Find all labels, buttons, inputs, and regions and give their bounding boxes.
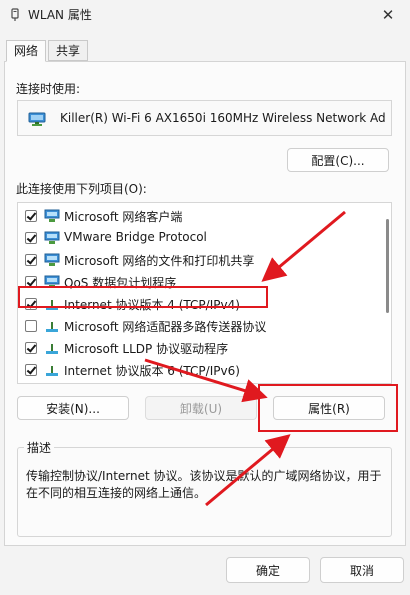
adapter-display: Killer(R) Wi-Fi 6 AX1650i 160MHz Wireles… (17, 100, 392, 136)
install-button[interactable]: 安装(N)... (17, 396, 129, 420)
checkbox[interactable] (25, 232, 37, 244)
list-item[interactable]: Microsoft 网络的文件和打印机共享 (18, 249, 368, 271)
title-bar: WLAN 属性 ✕ (0, 0, 410, 30)
components-label: 此连接使用下列项目(O): (16, 182, 147, 196)
list-item-label: Microsoft 网络适配器多路传送器协议 (64, 320, 267, 334)
checkbox[interactable] (25, 210, 37, 222)
protocol-icon (46, 344, 58, 354)
close-button[interactable]: ✕ (366, 0, 410, 30)
checkbox[interactable] (25, 320, 37, 332)
tab-network[interactable]: 网络 (6, 40, 47, 62)
list-item[interactable]: Internet 协议版本 6 (TCP/IPv6) (18, 359, 368, 381)
checkbox[interactable] (25, 254, 37, 266)
checkbox[interactable] (25, 342, 37, 354)
configure-button[interactable]: 配置(C)... (287, 148, 389, 172)
list-item-label: VMware Bridge Protocol (64, 230, 207, 244)
network-client-icon (44, 209, 60, 222)
list-item-label: Microsoft LLDP 协议驱动程序 (64, 342, 229, 356)
list-item[interactable]: Microsoft LLDP 协议驱动程序 (18, 337, 368, 359)
cancel-button[interactable]: 取消 (320, 557, 404, 583)
description-title: 描述 (24, 439, 55, 456)
ipv4-highlight-box (18, 286, 268, 308)
list-item[interactable]: Microsoft 网络客户端 (18, 205, 368, 227)
close-icon: ✕ (381, 6, 395, 24)
list-scrollbar[interactable] (385, 209, 389, 379)
wlan-adapter-icon (11, 8, 19, 21)
ok-button[interactable]: 确定 (226, 557, 310, 583)
list-item-label: Microsoft 网络客户端 (64, 210, 183, 224)
adapter-name: Killer(R) Wi-Fi 6 AX1650i 160MHz Wireles… (60, 111, 386, 125)
network-adapter-icon (28, 112, 46, 126)
list-item-label: Internet 协议版本 6 (TCP/IPv6) (64, 364, 240, 378)
scrollbar-thumb[interactable] (386, 219, 389, 313)
description-text: 传输控制协议/Internet 协议。该协议是默认的广域网络协议，用于在不同的相… (26, 469, 382, 500)
list-item[interactable]: Microsoft 网络适配器多路传送器协议 (18, 315, 368, 337)
uninstall-button[interactable]: 卸载(U) (145, 396, 257, 420)
list-item-label: Microsoft 网络的文件和打印机共享 (64, 254, 255, 268)
connect-using-label: 连接时使用: (16, 82, 81, 96)
tab-sharing[interactable]: 共享 (48, 40, 89, 61)
list-item[interactable]: VMware Bridge Protocol (18, 227, 368, 249)
network-client-icon (44, 253, 60, 266)
network-client-icon (44, 231, 60, 244)
properties-highlight-box (258, 384, 398, 432)
window-title: WLAN 属性 (28, 8, 92, 22)
checkbox[interactable] (25, 364, 37, 376)
description-group: 描述 传输控制协议/Internet 协议。该协议是默认的广域网络协议，用于在不… (17, 439, 392, 537)
protocol-icon (46, 322, 58, 332)
protocol-icon (46, 366, 58, 376)
